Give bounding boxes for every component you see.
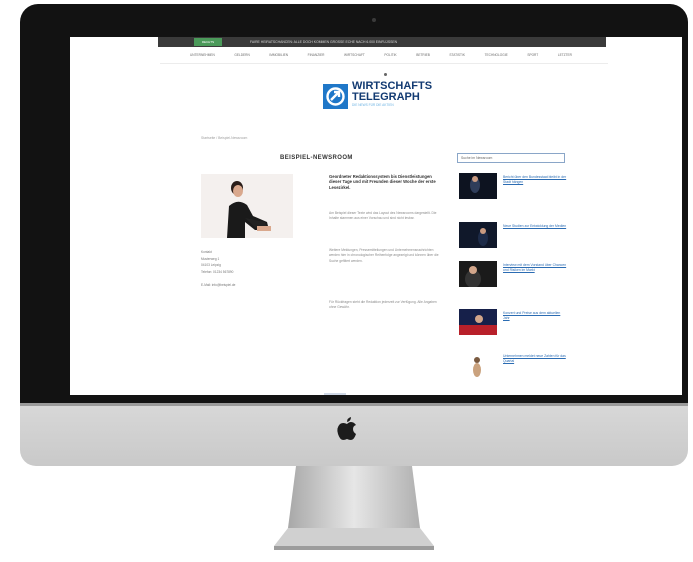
- lead-paragraph: Geordneter Redaktionssystem bis Dienstle…: [329, 174, 436, 190]
- article-thumbnail[interactable]: [459, 309, 497, 335]
- nav-item-6[interactable]: POLITIK: [384, 51, 396, 59]
- article-thumbnail[interactable]: [459, 352, 497, 378]
- top-news-bar: RECHTS FAIRE HEIRATSCHANCEN: ALLE DOCH K…: [158, 37, 606, 47]
- chin-edge: [20, 403, 688, 406]
- body-paragraph: Am Beispiel dieser Texte wird das Layout…: [329, 211, 437, 221]
- apple-logo-icon: [335, 414, 359, 447]
- monitor-bezel: RECHTS FAIRE HEIRATSCHANCEN: ALLE DOCH K…: [20, 4, 688, 403]
- article-title[interactable]: Neue Studien zur Entwicklung der Medien: [503, 224, 567, 229]
- sidebar-article[interactable]: Neue Studien zur Entwicklung der Medien: [459, 222, 569, 248]
- logo-title-line1[interactable]: WIRTSCHAFTS: [352, 81, 432, 92]
- logo-title-line2[interactable]: TELEGRAPH: [352, 92, 420, 103]
- page-title: BEISPIEL-NEWSROOM: [280, 155, 353, 161]
- contact-email[interactable]: E-Mail: info@beispiel.de: [201, 282, 235, 289]
- contact-info: Kontakt Musterweg 1 04103 Leipzig Telefo…: [201, 249, 235, 288]
- logo-icon[interactable]: [323, 84, 348, 109]
- body-paragraph: Für Rückfragen steht die Redaktion jeder…: [329, 300, 437, 310]
- nav-item-4[interactable]: FINANZIER: [308, 51, 325, 59]
- sidebar-article[interactable]: Konzert und Preise aus dem aktuellen Jah…: [459, 309, 569, 335]
- nav-item-8[interactable]: STATISTIK: [449, 51, 465, 59]
- search-input[interactable]: Suche im Newsroom: [457, 153, 565, 163]
- sidebar-article[interactable]: Interview mit dem Vorstand über Chancen …: [459, 261, 569, 288]
- article-title[interactable]: Unternehmen meldet neue Zahlen für das Q…: [503, 354, 567, 364]
- topbar-ticker[interactable]: FAIRE HEIRATSCHANCEN: ALLE DOCH KOMMEN G…: [250, 37, 397, 47]
- nav-divider: [160, 63, 608, 64]
- nav-item-1[interactable]: UNTERNEHMEN: [190, 51, 215, 59]
- contact-line: Telefon: 01234 567890: [201, 269, 234, 274]
- nav-item-9[interactable]: TECHNOLOGIE: [485, 51, 508, 59]
- article-title[interactable]: Bericht über den Bundesstaat bleibt in d…: [503, 175, 567, 185]
- article-title[interactable]: Interview mit dem Vorstand über Chancen …: [503, 263, 567, 273]
- nav-item-3[interactable]: IMMOBILIEN: [269, 51, 288, 59]
- sidebar-article[interactable]: Bericht über den Bundesstaat bleibt in d…: [459, 173, 569, 199]
- camera-icon: [372, 18, 376, 22]
- monitor-screen: RECHTS FAIRE HEIRATSCHANCEN: ALLE DOCH K…: [70, 37, 682, 395]
- topbar-tag[interactable]: RECHTS: [194, 38, 222, 46]
- article-thumbnail[interactable]: [459, 173, 497, 199]
- article-thumbnail[interactable]: [459, 261, 497, 288]
- monitor-stand: [258, 466, 450, 554]
- profile-photo: [201, 174, 293, 238]
- main-navigation: UNTERNEHMEN GELDERN IMMOBILIEN FINANZIER…: [190, 51, 572, 59]
- nav-item-7[interactable]: BETRIEB: [416, 51, 430, 59]
- logo-tagline: DIE NEWS FÜR DIE AKTIEN: [352, 103, 394, 107]
- nav-item-10[interactable]: SPORT: [527, 51, 538, 59]
- menu-dot-icon[interactable]: [384, 73, 387, 76]
- nav-item-11[interactable]: LETZTER: [558, 51, 572, 59]
- breadcrumb[interactable]: Startseite / Beispiel-Newsroom: [201, 136, 247, 140]
- nav-item-5[interactable]: WIRTSCHAFT: [344, 51, 365, 59]
- sidebar-article[interactable]: Unternehmen meldet neue Zahlen für das Q…: [459, 352, 569, 378]
- nav-item-2[interactable]: GELDERN: [234, 51, 249, 59]
- body-paragraph: Weitere Meldungen, Pressemitteilungen un…: [329, 248, 439, 263]
- footer-link[interactable]: [324, 393, 346, 395]
- article-title[interactable]: Konzert und Preise aus dem aktuellen Jah…: [503, 311, 567, 321]
- article-thumbnail[interactable]: [459, 222, 497, 248]
